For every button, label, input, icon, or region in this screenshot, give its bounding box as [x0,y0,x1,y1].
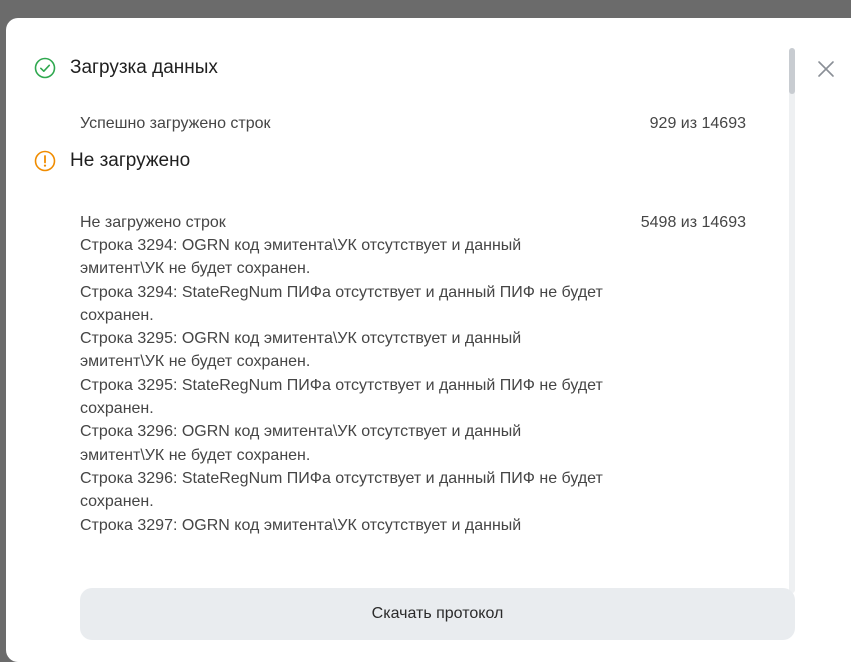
log-line: эмитент\УК не будет сохранен. [80,446,311,464]
error-log: Строка 3294: OGRN код эмитента\УК отсутс… [80,234,746,537]
exclamation-circle-icon [34,150,56,172]
warning-label: Не загружено строк [80,214,226,231]
upload-result-dialog: Загрузка данных Успешно загружено строк … [6,18,851,662]
log-line: Строка 3295: StateRegNum ПИФа отсутствуе… [80,376,603,394]
success-row: Успешно загружено строк 929 из 14693 [80,112,746,135]
success-section-title: Загрузка данных [70,57,218,78]
check-circle-icon [34,57,56,79]
close-button[interactable] [811,54,841,84]
download-protocol-button[interactable]: Скачать протокол [80,588,795,640]
log-line: Строка 3294: StateRegNum ПИФа отсутствуе… [80,283,603,301]
warning-section-header: Не загружено [34,145,190,177]
log-line: сохранен. [80,400,154,418]
success-section-header: Загрузка данных [34,52,218,84]
close-icon [818,61,834,77]
log-line: Строка 3296: OGRN код эмитента\УК отсутс… [80,423,522,441]
scrollbar-thumb[interactable] [789,48,795,94]
log-line: эмитент\УК не будет сохранен. [80,353,311,371]
log-line: Строка 3297: OGRN код эмитента\УК отсутс… [80,516,522,534]
success-label: Успешно загружено строк [80,115,271,132]
success-count: 929 из 14693 [649,115,746,132]
log-line: Строка 3295: OGRN код эмитента\УК отсутс… [80,330,522,348]
result-content[interactable]: Загрузка данных Успешно загружено строк … [34,48,794,593]
log-line: сохранен. [80,493,154,511]
warning-row: Не загружено строк 5498 из 14693 [80,211,746,234]
log-line: эмитент\УК не будет сохранен. [80,260,311,278]
log-line: Строка 3294: OGRN код эмитента\УК отсутс… [80,237,522,254]
warning-count: 5498 из 14693 [640,214,746,231]
log-line: Строка 3296: StateRegNum ПИФа отсутствуе… [80,469,603,487]
log-line: сохранен. [80,306,154,324]
vertical-scrollbar[interactable] [789,48,795,593]
warning-section-title: Не загружено [70,150,191,171]
